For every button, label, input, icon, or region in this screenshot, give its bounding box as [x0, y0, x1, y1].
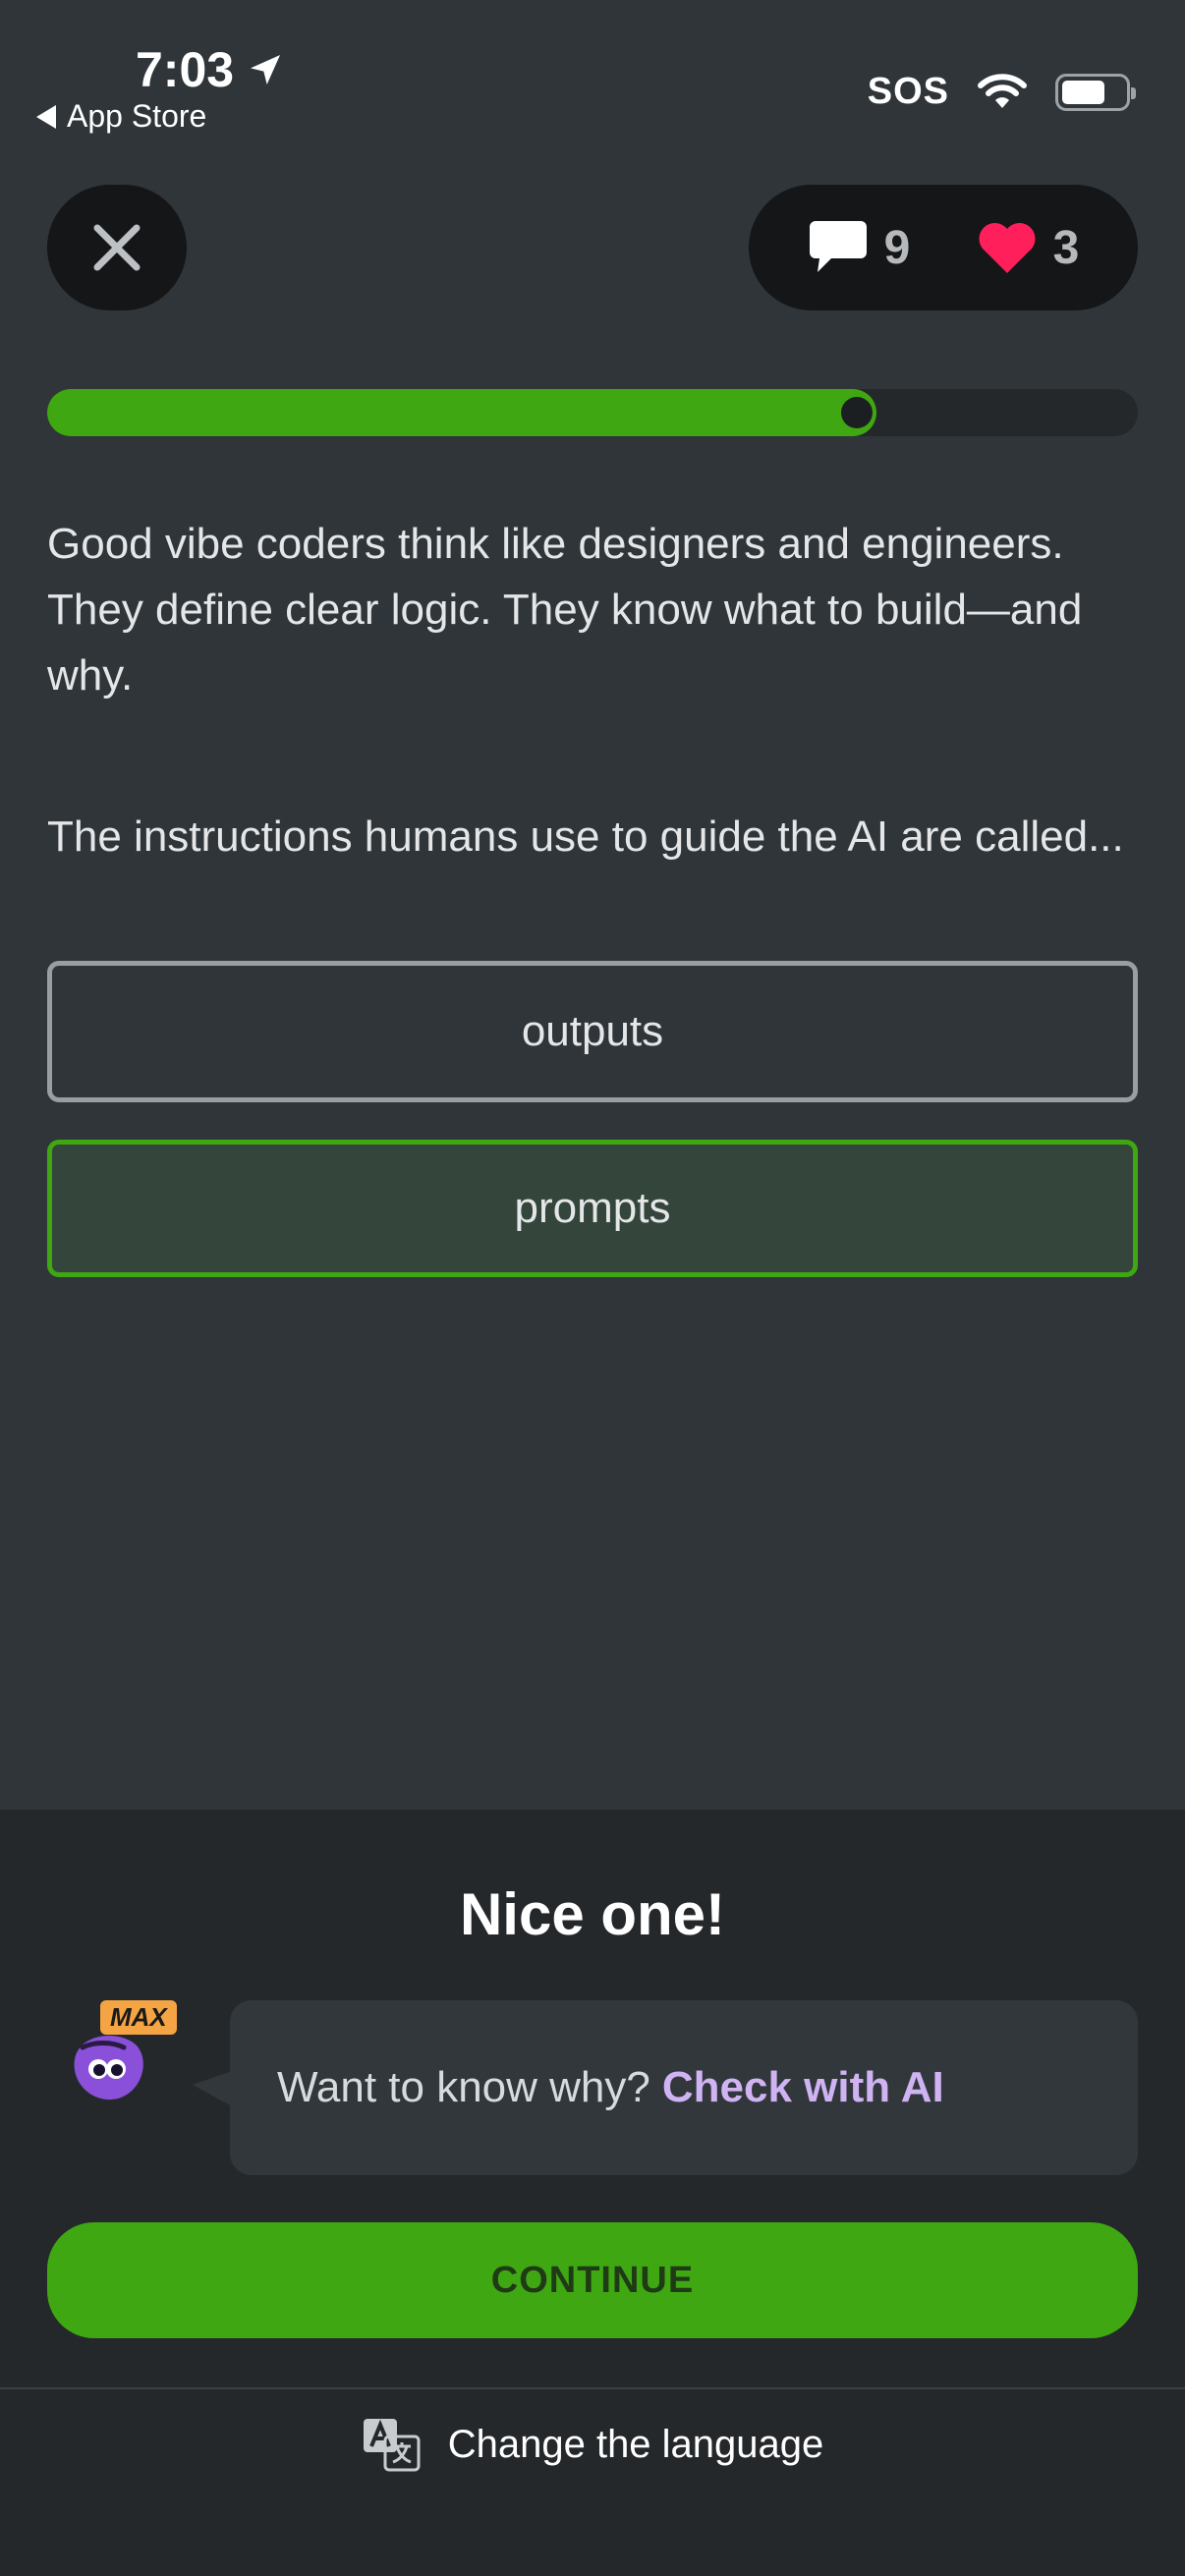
bubble-prompt: Want to know why?	[277, 2063, 650, 2111]
comments-count: 9	[883, 221, 911, 274]
back-caret-icon	[36, 104, 56, 129]
progress-marker	[841, 397, 873, 428]
heart-icon	[979, 222, 1036, 273]
answer-option-label: outputs	[521, 1007, 664, 1055]
wifi-icon	[978, 73, 1027, 108]
back-to-app-store[interactable]: App Store	[35, 98, 206, 135]
comment-icon	[809, 221, 867, 272]
speech-bubble-tail	[193, 2071, 232, 2106]
back-label: App Store	[67, 98, 207, 134]
comments-stat[interactable]: 9	[808, 219, 911, 276]
location-arrow-icon	[251, 55, 281, 84]
ai-tutor-avatar[interactable]: MAX	[55, 2000, 193, 2138]
sos-indicator: SOS	[867, 71, 949, 112]
battery-icon	[1055, 73, 1136, 111]
answer-option-outputs[interactable]: outputs	[47, 961, 1138, 1102]
divider	[0, 2387, 1185, 2389]
hearts-count: 3	[1052, 221, 1080, 274]
status-time: 7:03	[136, 41, 285, 98]
change-language-button[interactable]: Change the language	[0, 2415, 1185, 2474]
question-text: The instructions humans use to guide the…	[47, 812, 1124, 861]
feedback-title: Nice one!	[459, 1881, 726, 1947]
check-with-ai-bubble[interactable]: Want to know why? Check with AI	[230, 2000, 1138, 2175]
status-icons: SOS	[867, 71, 1136, 113]
progress-fill	[47, 389, 876, 436]
close-button[interactable]	[47, 185, 187, 310]
lesson-progress-bar	[47, 389, 1138, 436]
continue-button[interactable]: CONTINUE	[47, 2222, 1138, 2338]
stats-pill: 9 3	[749, 185, 1138, 310]
close-icon	[93, 224, 141, 271]
translate-icon	[363, 2419, 421, 2472]
lesson-text: Good vibe coders think like designers an…	[47, 520, 1083, 700]
status-time-text: 7:03	[136, 42, 235, 97]
answer-option-prompts[interactable]: prompts	[47, 1140, 1138, 1277]
screen: 7:03 App Store SOS 9 3 Good vibe coders …	[0, 0, 1185, 2576]
max-badge: MAX	[100, 2000, 177, 2035]
change-language-label: Change the language	[447, 2422, 824, 2466]
battery-level	[1062, 80, 1105, 104]
answer-option-label: prompts	[514, 1184, 671, 1232]
hearts-stat[interactable]: 3	[977, 220, 1080, 275]
check-with-ai-link[interactable]: Check with AI	[662, 2063, 944, 2112]
